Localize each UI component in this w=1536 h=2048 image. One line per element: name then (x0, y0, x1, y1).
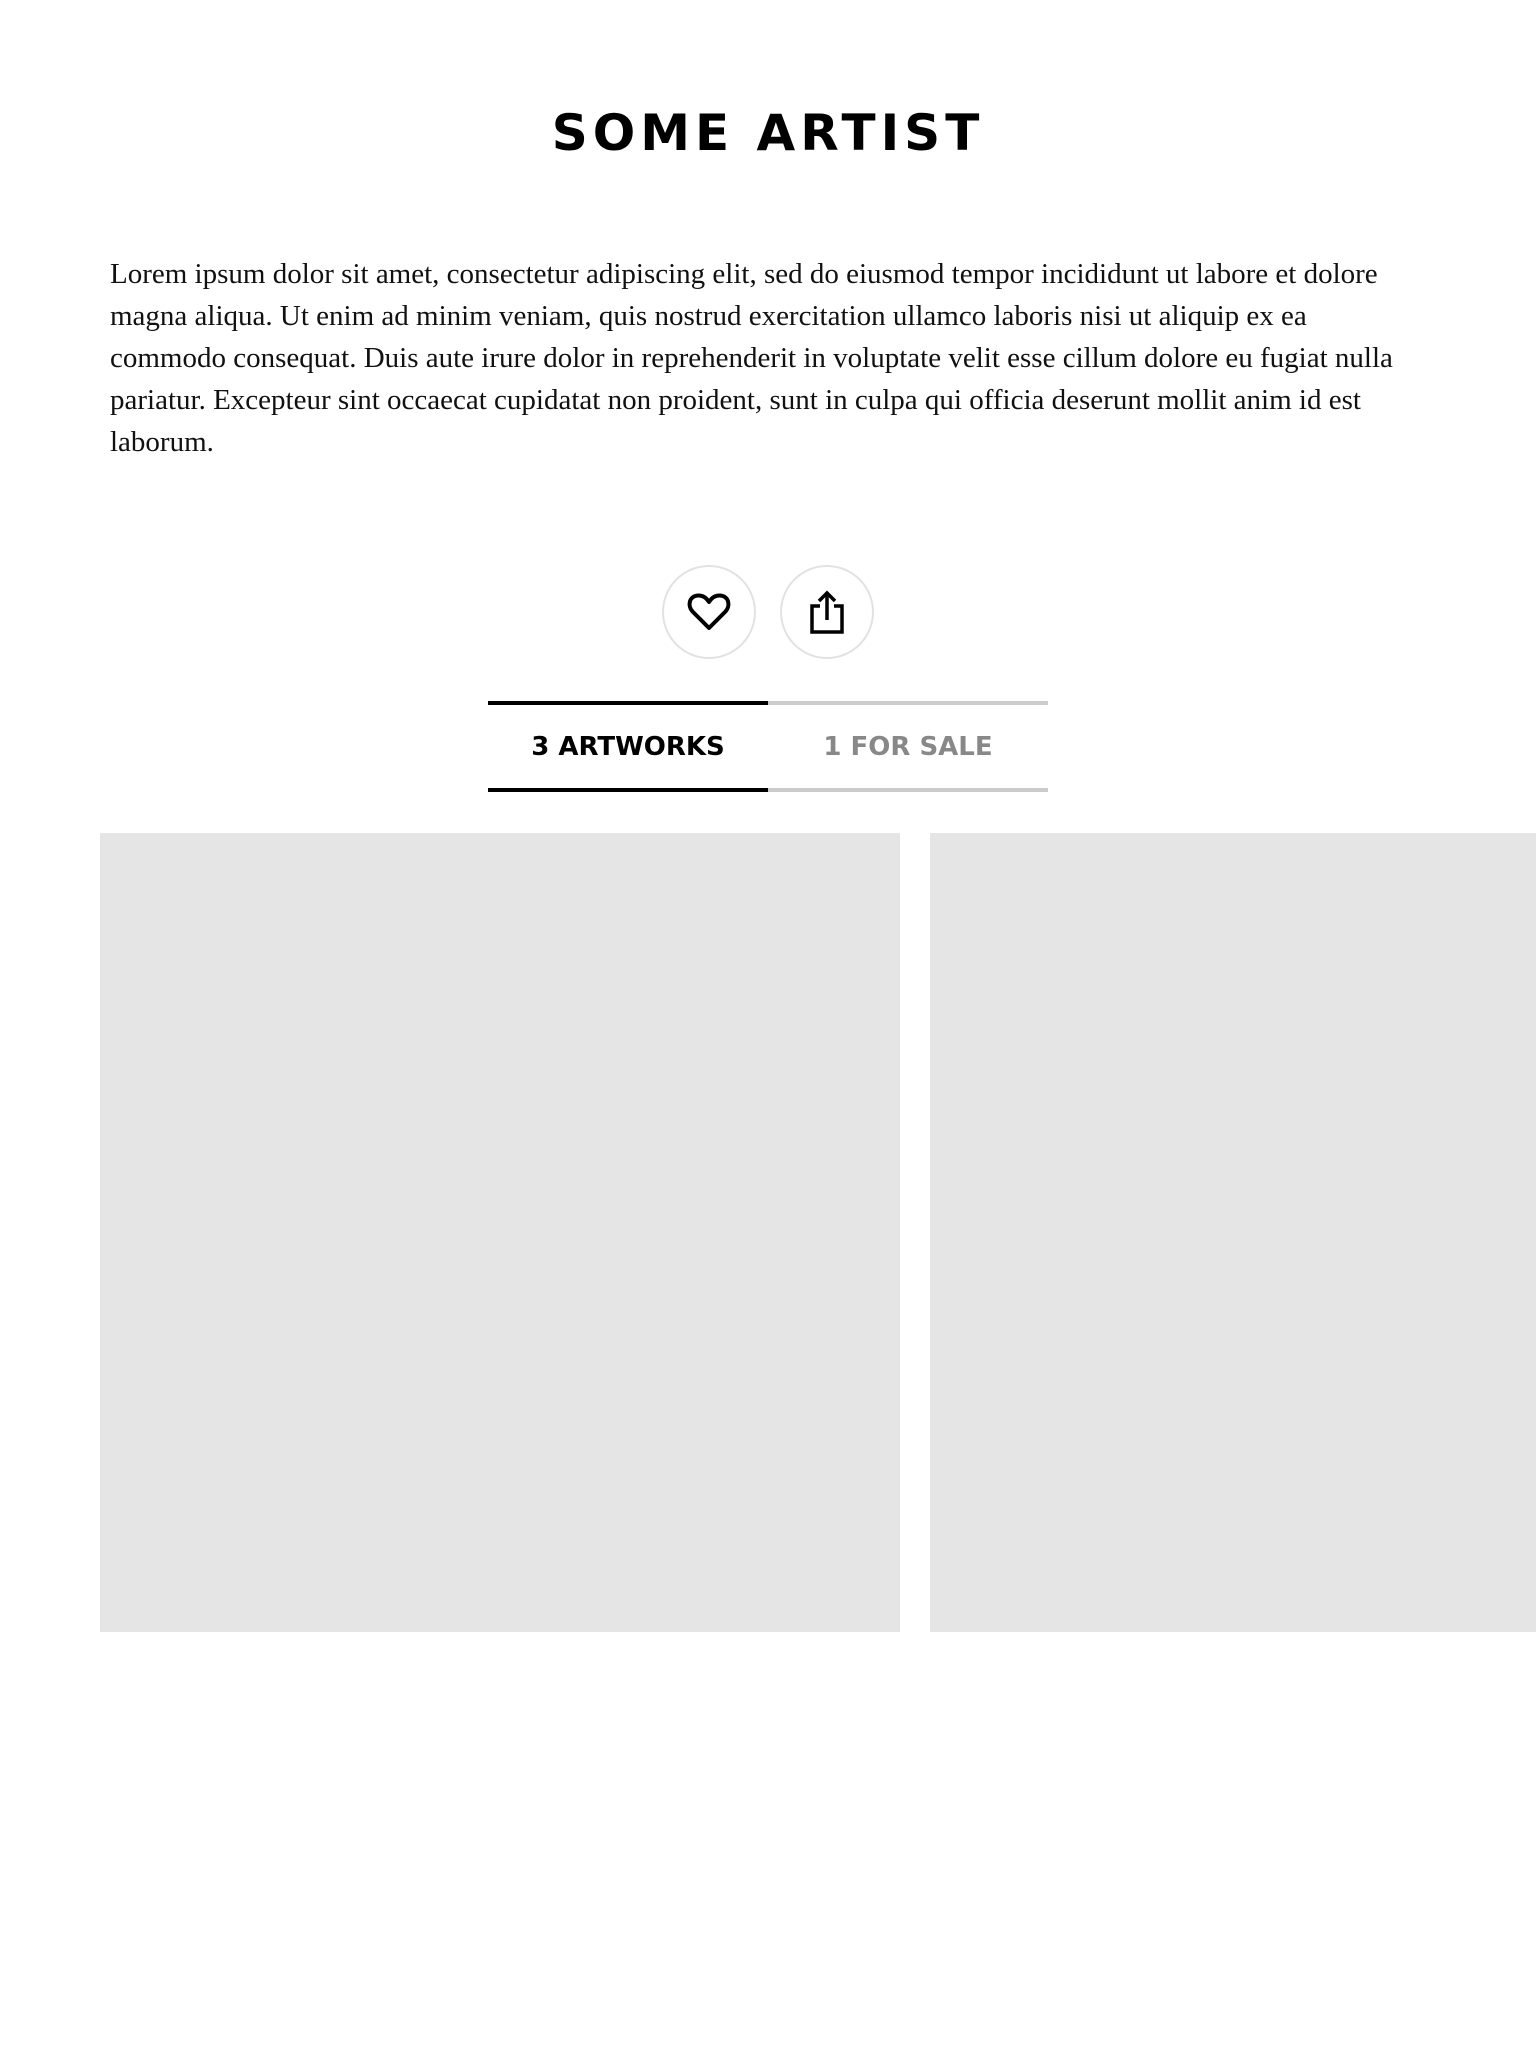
tab-for-sale[interactable]: 1 FOR SALE (768, 701, 1048, 792)
artist-bio: Lorem ipsum dolor sit amet, consectetur … (110, 258, 1393, 458)
artwork-placeholder[interactable] (100, 833, 900, 1632)
heart-icon (687, 592, 731, 632)
favorite-button[interactable] (662, 565, 756, 659)
share-icon (809, 589, 845, 635)
artist-name: SOME ARTIST (551, 104, 985, 162)
artist-actions (0, 565, 1536, 659)
artwork-tabs: 3 ARTWORKS 1 FOR SALE (488, 701, 1048, 792)
share-button[interactable] (780, 565, 874, 659)
artwork-placeholder[interactable] (930, 833, 1536, 1632)
tab-artworks[interactable]: 3 ARTWORKS (488, 701, 768, 792)
